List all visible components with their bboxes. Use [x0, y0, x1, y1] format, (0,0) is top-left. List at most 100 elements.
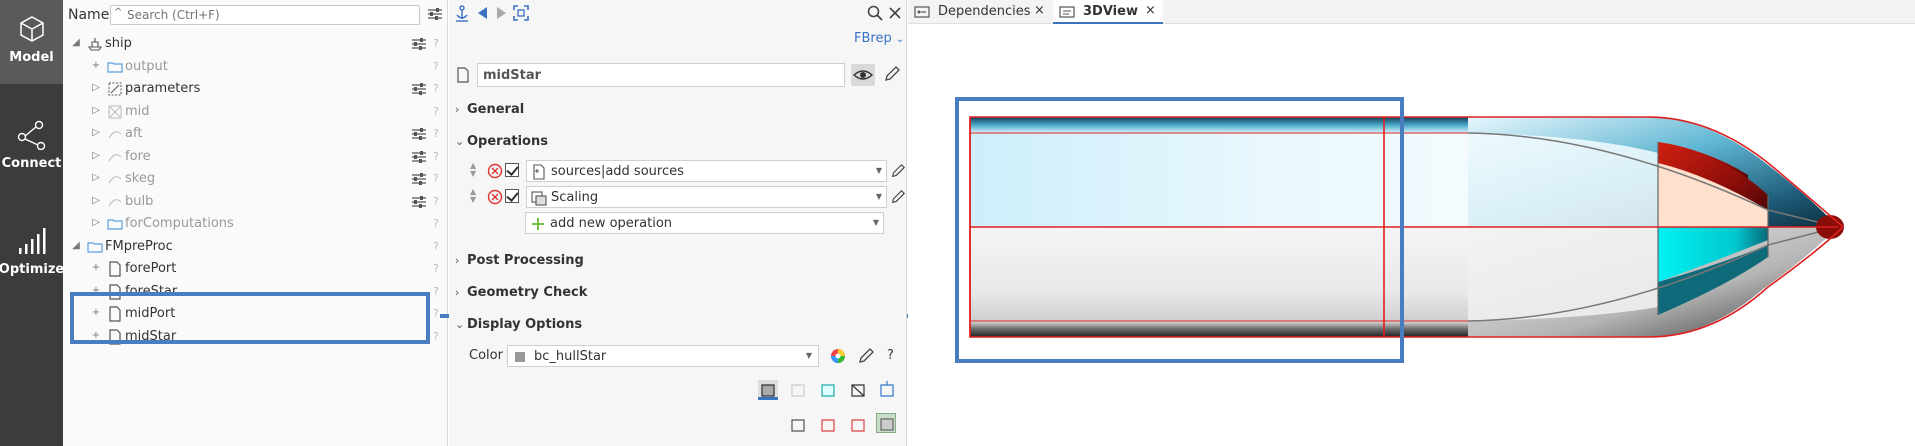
- section-geometry-check[interactable]: › Geometry Check: [455, 285, 587, 305]
- section-operations-label[interactable]: Operations: [467, 134, 548, 149]
- dropdown-arrow-icon[interactable]: ▼: [873, 218, 879, 227]
- section-post-processing[interactable]: › Post Processing: [455, 253, 584, 273]
- fit-view-icon[interactable]: [512, 4, 530, 22]
- tree-item-skeg[interactable]: ▷ skeg?: [63, 168, 448, 190]
- pencil-icon[interactable]: [890, 163, 906, 179]
- chevron-right-icon[interactable]: ›: [455, 103, 467, 116]
- close-icon[interactable]: [886, 4, 904, 22]
- help-icon[interactable]: ?: [433, 240, 439, 253]
- expand-toggle-icon[interactable]: +: [90, 330, 102, 341]
- help-icon[interactable]: ?: [433, 195, 439, 208]
- help-icon[interactable]: ?: [433, 82, 439, 95]
- expand-toggle-icon[interactable]: +: [90, 60, 102, 71]
- expand-toggle-icon[interactable]: +: [90, 262, 102, 273]
- activity-model[interactable]: Model: [0, 0, 63, 84]
- chevron-down-icon[interactable]: ⌄: [455, 318, 467, 331]
- eye-icon[interactable]: [851, 64, 875, 86]
- visibility-toggle[interactable]: [851, 64, 875, 86]
- help-icon[interactable]: ?: [433, 172, 439, 185]
- display-shaded-button[interactable]: [758, 380, 778, 400]
- section-display-options[interactable]: ⌄ Display Options: [455, 317, 582, 337]
- object-name-input[interactable]: [477, 63, 845, 87]
- tab-dependencies-label[interactable]: Dependencies: [938, 4, 1031, 19]
- help-icon[interactable]: ?: [433, 217, 439, 230]
- reorder-handle-icon[interactable]: ▲ ▼: [470, 188, 476, 204]
- add-operation-select[interactable]: add new operation ▼: [525, 212, 884, 234]
- tree-item-label[interactable]: ship: [105, 36, 132, 51]
- expand-toggle-icon[interactable]: ▷: [90, 172, 102, 183]
- pencil-icon[interactable]: [883, 65, 901, 83]
- expand-toggle-icon[interactable]: ▷: [90, 82, 102, 93]
- activity-optimize[interactable]: Optimize: [0, 212, 64, 296]
- tree-item-foreport[interactable]: + forePort?: [63, 258, 448, 280]
- tree-item-label[interactable]: mid: [125, 104, 150, 119]
- tree-item-output[interactable]: + output?: [63, 56, 448, 78]
- chevron-down-icon[interactable]: ⌄: [896, 34, 904, 45]
- section-general[interactable]: › General: [455, 102, 524, 122]
- help-icon[interactable]: ?: [433, 37, 439, 50]
- display-red-edge-button[interactable]: [848, 415, 868, 435]
- tree-item-label[interactable]: forePort: [125, 261, 176, 276]
- dropdown-arrow-icon[interactable]: ▼: [876, 192, 882, 201]
- section-geometry-check-label[interactable]: Geometry Check: [467, 285, 587, 300]
- anchor-icon[interactable]: [453, 4, 471, 22]
- tree-item-label[interactable]: output: [125, 59, 168, 74]
- tree-item-label[interactable]: forComputations: [125, 216, 234, 231]
- item-settings-icon[interactable]: [411, 172, 427, 186]
- tree-item-fmpreproc[interactable]: ◢ FMpreProc?: [63, 236, 448, 258]
- chevron-right-icon[interactable]: ›: [455, 286, 467, 299]
- tab-3dview[interactable]: 3DView ×: [1053, 0, 1163, 24]
- filter-settings-icon[interactable]: [427, 7, 443, 21]
- forward-arrow-icon[interactable]: [492, 4, 510, 22]
- expand-toggle-icon[interactable]: ▷: [90, 217, 102, 228]
- remove-icon[interactable]: [487, 189, 503, 205]
- display-wire-button[interactable]: [788, 380, 808, 400]
- dropdown-arrow-icon[interactable]: ▼: [806, 351, 812, 360]
- tree-item-label[interactable]: FMpreProc: [105, 239, 173, 254]
- search-icon[interactable]: [866, 4, 884, 22]
- section-post-processing-label[interactable]: Post Processing: [467, 253, 584, 268]
- back-arrow-icon[interactable]: [474, 4, 492, 22]
- tree-item-aft[interactable]: ▷ aft?: [63, 123, 448, 145]
- expand-toggle-icon[interactable]: +: [90, 285, 102, 296]
- help-icon[interactable]: ?: [433, 285, 439, 298]
- display-cyan-button[interactable]: [818, 380, 838, 400]
- tree-item-forestar[interactable]: + foreStar?: [63, 281, 448, 303]
- display-outline-button[interactable]: [788, 415, 808, 435]
- expand-toggle-icon[interactable]: ◢: [70, 240, 82, 251]
- expand-toggle-icon[interactable]: ▷: [90, 195, 102, 206]
- tree-item-label[interactable]: aft: [125, 126, 142, 141]
- close-icon[interactable]: ×: [1145, 3, 1156, 18]
- tree-item-midport[interactable]: + midPort?: [63, 303, 448, 325]
- tree-item-label[interactable]: midStar: [125, 329, 176, 344]
- section-general-label[interactable]: General: [467, 102, 524, 117]
- operation-select[interactable]: sources|add sources ▼: [526, 160, 887, 182]
- expand-toggle-icon[interactable]: ▷: [90, 127, 102, 138]
- search-caret-icon[interactable]: ^: [114, 7, 122, 18]
- tree-item-forcomputations[interactable]: ▷ forComputations?: [63, 213, 448, 235]
- section-operations[interactable]: ⌄ Operations: [455, 134, 548, 154]
- item-settings-icon[interactable]: [411, 195, 427, 209]
- tree-item-label[interactable]: midPort: [125, 306, 175, 321]
- display-diagonal-button[interactable]: [848, 380, 868, 400]
- remove-icon[interactable]: [487, 163, 503, 179]
- tree-item-label[interactable]: parameters: [125, 81, 200, 96]
- tab-dependencies[interactable]: Dependencies ×: [908, 0, 1050, 24]
- chevron-right-icon[interactable]: ›: [455, 254, 467, 267]
- pencil-icon[interactable]: [857, 347, 875, 365]
- tree-item-bulb[interactable]: ▷ bulb?: [63, 191, 448, 213]
- section-display-options-label[interactable]: Display Options: [467, 317, 582, 332]
- close-icon[interactable]: ×: [1034, 3, 1045, 18]
- tree-item-label[interactable]: skeg: [125, 171, 155, 186]
- help-icon[interactable]: ?: [433, 330, 439, 343]
- expand-toggle-icon[interactable]: +: [90, 307, 102, 318]
- dropdown-arrow-icon[interactable]: ▼: [876, 166, 882, 175]
- help-icon[interactable]: ?: [433, 262, 439, 275]
- help-icon[interactable]: ?: [433, 127, 439, 140]
- tree-item-label[interactable]: bulb: [125, 194, 153, 209]
- chevron-down-icon[interactable]: ⌄: [455, 135, 467, 148]
- tree-item-mid[interactable]: ▷ mid?: [63, 101, 448, 123]
- color-select[interactable]: bc_hullStar ▼: [507, 345, 819, 367]
- help-icon[interactable]: ?: [887, 348, 894, 363]
- pencil-icon[interactable]: [890, 189, 906, 205]
